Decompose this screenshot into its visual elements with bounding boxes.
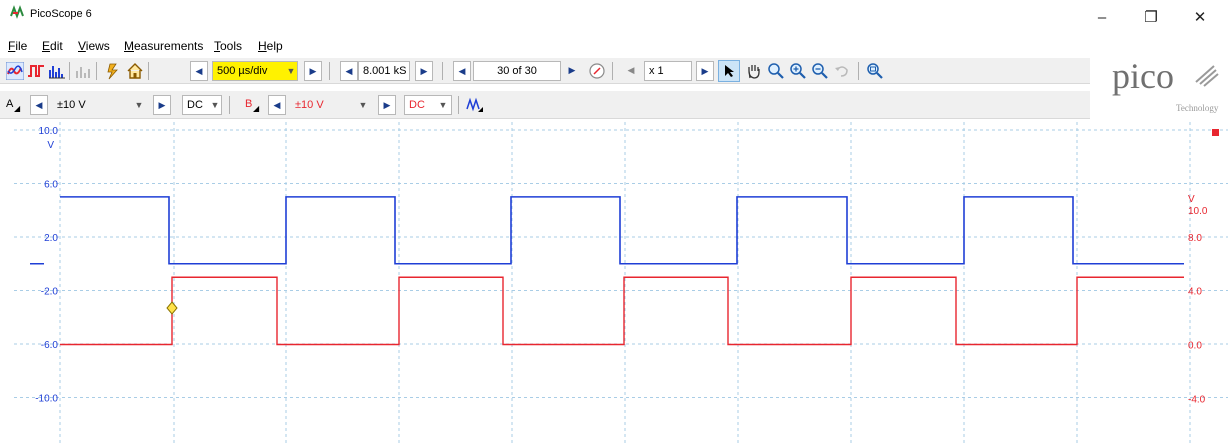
channel-b-options-arrow[interactable]: ◢ xyxy=(253,104,259,113)
channel-b-axis-marker xyxy=(1212,129,1219,136)
channel-b-trace xyxy=(60,276,1184,346)
picoscope-app-icon xyxy=(10,5,24,19)
channel-b-range-dropdown-arrow[interactable]: ▼ xyxy=(356,95,370,115)
buffer-overview-icon[interactable] xyxy=(588,62,606,80)
channel-b-label[interactable]: B xyxy=(245,98,252,110)
samples-decrease-button[interactable]: ◀ xyxy=(340,61,358,81)
pointer-icon xyxy=(725,65,734,77)
samples-field[interactable]: 8.001 kS xyxy=(358,61,410,81)
channel-b-coupling-dropdown-arrow[interactable]: ▼ xyxy=(436,95,450,115)
toolbar-separator xyxy=(329,62,330,80)
timebase-decrease-button[interactable]: ◀ xyxy=(190,61,208,81)
serial-decode-icon xyxy=(76,67,90,78)
buffer-next-button[interactable]: ▶ xyxy=(563,61,581,81)
close-button[interactable]: ✕ xyxy=(1180,6,1220,30)
menu-views[interactable]: Views xyxy=(78,39,110,53)
toolbar-separator xyxy=(96,62,97,80)
timebase-dropdown-arrow[interactable]: ▼ xyxy=(284,61,298,81)
minimize-button[interactable]: – xyxy=(1082,6,1122,30)
toolbar-separator xyxy=(458,96,459,114)
toolbar-separator xyxy=(69,62,70,80)
scope-plot[interactable]: 10.06.02.0-2.0-6.0-10.0V10.08.04.00.0-4.… xyxy=(14,122,1228,443)
timebase-increase-button[interactable]: ▶ xyxy=(304,61,322,81)
samples-increase-button[interactable]: ▶ xyxy=(415,61,433,81)
probe-wizard-icon[interactable] xyxy=(104,62,122,80)
window-title: PicoScope 6 xyxy=(30,8,92,20)
left-axis-tick-label: -10.0 xyxy=(35,394,58,405)
buffer-previous-button[interactable]: ◀ xyxy=(453,61,471,81)
channel-toolbar: A ◢ ◀ ±10 V ▼ ▶ DC ▼ B ◢ ◀ ±10 V ▼ ▶ DC … xyxy=(0,91,1090,119)
logo-brand-text: pico xyxy=(1112,56,1174,96)
channel-a-range-select[interactable]: ±10 V xyxy=(52,95,132,115)
zoom-decrease-button[interactable]: ◀ xyxy=(622,61,640,81)
right-axis-tick-label: 0.0 xyxy=(1188,341,1202,352)
scope-mode-icon[interactable] xyxy=(6,62,24,80)
menu-tools[interactable]: Tools xyxy=(214,39,242,53)
menu-bar: File Edit Views Measurements Tools Help xyxy=(0,36,1228,56)
channel-b-range-decrease-button[interactable]: ◀ xyxy=(268,95,286,115)
right-axis-unit-label: V xyxy=(1188,194,1195,205)
left-axis-tick-label: -6.0 xyxy=(41,340,59,351)
toolbar-separator xyxy=(612,62,613,80)
channel-options-icon[interactable] xyxy=(466,96,484,114)
channel-b-range-increase-button[interactable]: ▶ xyxy=(378,95,396,115)
right-axis-tick-label: -4.0 xyxy=(1188,394,1206,405)
left-axis-tick-label: 2.0 xyxy=(44,233,58,244)
restore-button[interactable]: ❐ xyxy=(1131,6,1171,30)
scope-view[interactable]: 10.0 6.0 2.0 -2.0 -6.0 -10.0 V 10.0 8.0 4.0 0.0 -4.… xyxy=(14,122,1228,443)
zoom-out-icon[interactable] xyxy=(811,62,829,80)
title-bar: PicoScope 6 – ❐ ✕ xyxy=(0,0,1228,36)
left-axis-tick-label: 6.0 xyxy=(44,180,58,191)
zoom-field[interactable]: x 1 xyxy=(644,61,692,81)
channel-a-options-arrow[interactable]: ◢ xyxy=(14,104,20,113)
pico-technology-logo: pico Technology xyxy=(1112,56,1219,113)
spectrum-mode-icon[interactable] xyxy=(48,62,66,80)
right-axis-tick-label: 4.0 xyxy=(1188,287,1202,298)
menu-file[interactable]: File xyxy=(8,39,27,53)
trigger-marker[interactable] xyxy=(166,301,178,315)
home-icon[interactable] xyxy=(126,62,144,80)
toolbar-separator xyxy=(148,62,149,80)
buffer-navigator-field[interactable]: 30 of 30 xyxy=(473,61,561,81)
left-axis-tick-label: -2.0 xyxy=(41,287,59,298)
main-toolbar: ◀ 500 µs/div ▼ ▶ ◀ 8.001 kS ▶ ◀ 30 of 30… xyxy=(0,58,1090,84)
zoom-in-icon[interactable] xyxy=(767,62,785,80)
toolbar-separator xyxy=(442,62,443,80)
persistence-mode-icon[interactable] xyxy=(27,62,45,80)
menu-edit[interactable]: Edit xyxy=(42,39,63,53)
channel-a-range-increase-button[interactable]: ▶ xyxy=(153,95,171,115)
zoom-to-fit-icon[interactable] xyxy=(866,62,884,80)
left-axis-unit-label: V xyxy=(47,140,54,151)
channel-a-range-decrease-button[interactable]: ◀ xyxy=(30,95,48,115)
right-axis-tick-label: 10.0 xyxy=(1188,206,1208,217)
channel-a-range-dropdown-arrow[interactable]: ▼ xyxy=(132,95,146,115)
undo-zoom-icon xyxy=(835,66,848,77)
channel-a-trace xyxy=(60,196,1184,265)
hand-tool-icon[interactable] xyxy=(745,62,763,80)
menu-help[interactable]: Help xyxy=(258,39,283,53)
left-axis-tick-label: 10.0 xyxy=(39,126,59,137)
zoom-in-plus-icon[interactable] xyxy=(789,62,807,80)
zoom-increase-button[interactable]: ▶ xyxy=(696,61,714,81)
toolbar-separator xyxy=(858,62,859,80)
right-axis-tick-label: 8.0 xyxy=(1188,233,1202,244)
channel-a-coupling-dropdown-arrow[interactable]: ▼ xyxy=(208,95,222,115)
menu-measurements[interactable]: Measurements xyxy=(124,39,203,53)
channel-a-label[interactable]: A xyxy=(6,98,13,110)
pointer-tool-button[interactable] xyxy=(718,60,740,82)
toolbar-separator xyxy=(229,96,230,114)
logo-sub-text: Technology xyxy=(1176,103,1219,113)
